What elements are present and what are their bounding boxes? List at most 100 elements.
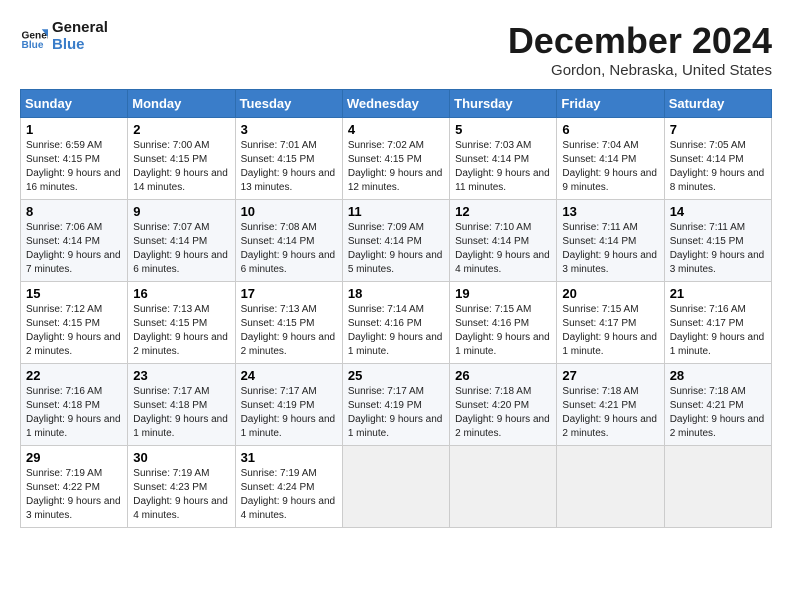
- day-info: Sunrise: 7:12 AMSunset: 4:15 PMDaylight:…: [26, 303, 122, 359]
- weekday-header-tuesday: Tuesday: [235, 90, 342, 118]
- weekday-header-wednesday: Wednesday: [342, 90, 449, 118]
- day-number: 18: [348, 286, 444, 301]
- calendar-week-row: 1 Sunrise: 6:59 AMSunset: 4:15 PMDaylight…: [21, 118, 772, 200]
- day-number: 22: [26, 368, 122, 383]
- calendar-cell: 6 Sunrise: 7:04 AMSunset: 4:14 PMDaylight…: [557, 118, 664, 200]
- logo: General Blue General Blue: [20, 20, 108, 53]
- day-info: Sunrise: 7:11 AMSunset: 4:15 PMDaylight:…: [670, 221, 766, 277]
- svg-text:Blue: Blue: [22, 39, 44, 50]
- calendar-cell: 27 Sunrise: 7:18 AMSunset: 4:21 PMDayligh…: [557, 364, 664, 446]
- day-info: Sunrise: 7:01 AMSunset: 4:15 PMDaylight:…: [241, 139, 337, 195]
- day-number: 29: [26, 450, 122, 465]
- day-number: 26: [455, 368, 551, 383]
- calendar-cell: 30 Sunrise: 7:19 AMSunset: 4:23 PMDayligh…: [128, 446, 235, 528]
- calendar-cell: 16Sunrise: 7:13 AMSunset: 4:15 PMDayligh…: [128, 282, 235, 364]
- calendar-cell: 20 Sunrise: 7:15 AMSunset: 4:17 PMDayligh…: [557, 282, 664, 364]
- day-number: 5: [455, 122, 551, 137]
- calendar-cell: [450, 446, 557, 528]
- day-number: 20: [562, 286, 658, 301]
- calendar-week-row: 8Sunrise: 7:06 AMSunset: 4:14 PMDaylight…: [21, 200, 772, 282]
- day-number: 21: [670, 286, 766, 301]
- day-info: Sunrise: 7:05 AMSunset: 4:14 PMDaylight:…: [670, 139, 766, 195]
- day-number: 4: [348, 122, 444, 137]
- day-info: Sunrise: 7:04 AMSunset: 4:14 PMDaylight:…: [562, 139, 658, 195]
- day-number: 17: [241, 286, 337, 301]
- calendar-cell: 1 Sunrise: 6:59 AMSunset: 4:15 PMDaylight…: [21, 118, 128, 200]
- calendar-cell: 3 Sunrise: 7:01 AMSunset: 4:15 PMDaylight…: [235, 118, 342, 200]
- title-block: December 2024 Gordon, Nebraska, United S…: [508, 20, 772, 79]
- page-header: General Blue General Blue December 2024 …: [20, 20, 772, 79]
- month-title: December 2024: [508, 20, 772, 62]
- day-number: 12: [455, 204, 551, 219]
- day-info: Sunrise: 7:16 AMSunset: 4:17 PMDaylight:…: [670, 303, 766, 359]
- day-number: 30: [133, 450, 229, 465]
- day-info: Sunrise: 7:00 AMSunset: 4:15 PMDaylight:…: [133, 139, 229, 195]
- day-info: Sunrise: 7:11 AMSunset: 4:14 PMDaylight:…: [562, 221, 658, 277]
- day-number: 14: [670, 204, 766, 219]
- weekday-header-friday: Friday: [557, 90, 664, 118]
- day-number: 1: [26, 122, 122, 137]
- calendar-cell: 4 Sunrise: 7:02 AMSunset: 4:15 PMDaylight…: [342, 118, 449, 200]
- day-number: 16: [133, 286, 229, 301]
- weekday-header-sunday: Sunday: [21, 90, 128, 118]
- calendar-cell: 29 Sunrise: 7:19 AMSunset: 4:22 PMDayligh…: [21, 446, 128, 528]
- logo-line2: Blue: [52, 37, 108, 54]
- day-info: Sunrise: 7:07 AMSunset: 4:14 PMDaylight:…: [133, 221, 229, 277]
- day-number: 27: [562, 368, 658, 383]
- day-info: Sunrise: 7:08 AMSunset: 4:14 PMDaylight:…: [241, 221, 337, 277]
- day-info: Sunrise: 7:19 AMSunset: 4:23 PMDaylight:…: [133, 467, 229, 523]
- day-info: Sunrise: 7:09 AMSunset: 4:14 PMDaylight:…: [348, 221, 444, 277]
- logo-line1: General: [52, 20, 108, 37]
- day-number: 9: [133, 204, 229, 219]
- calendar-cell: 12 Sunrise: 7:10 AMSunset: 4:14 PMDayligh…: [450, 200, 557, 282]
- calendar-cell: 5 Sunrise: 7:03 AMSunset: 4:14 PMDaylight…: [450, 118, 557, 200]
- calendar-week-row: 22 Sunrise: 7:16 AMSunset: 4:18 PMDayligh…: [21, 364, 772, 446]
- calendar-cell: 2Sunrise: 7:00 AMSunset: 4:15 PMDaylight…: [128, 118, 235, 200]
- calendar-cell: 13 Sunrise: 7:11 AMSunset: 4:14 PMDayligh…: [557, 200, 664, 282]
- day-number: 13: [562, 204, 658, 219]
- day-number: 19: [455, 286, 551, 301]
- day-number: 15: [26, 286, 122, 301]
- day-number: 25: [348, 368, 444, 383]
- logo-icon: General Blue: [20, 23, 48, 51]
- calendar-cell: [557, 446, 664, 528]
- calendar-cell: 19Sunrise: 7:15 AMSunset: 4:16 PMDayligh…: [450, 282, 557, 364]
- day-number: 24: [241, 368, 337, 383]
- weekday-header-saturday: Saturday: [664, 90, 771, 118]
- calendar-cell: 21 Sunrise: 7:16 AMSunset: 4:17 PMDayligh…: [664, 282, 771, 364]
- day-info: Sunrise: 6:59 AMSunset: 4:15 PMDaylight:…: [26, 139, 122, 195]
- calendar-cell: 26 Sunrise: 7:18 AMSunset: 4:20 PMDayligh…: [450, 364, 557, 446]
- calendar-cell: 25 Sunrise: 7:17 AMSunset: 4:19 PMDayligh…: [342, 364, 449, 446]
- calendar-cell: 9 Sunrise: 7:07 AMSunset: 4:14 PMDaylight…: [128, 200, 235, 282]
- calendar-cell: 7Sunrise: 7:05 AMSunset: 4:14 PMDaylight…: [664, 118, 771, 200]
- calendar-cell: 23Sunrise: 7:17 AMSunset: 4:18 PMDayligh…: [128, 364, 235, 446]
- day-number: 6: [562, 122, 658, 137]
- day-info: Sunrise: 7:17 AMSunset: 4:19 PMDaylight:…: [348, 385, 444, 441]
- day-info: Sunrise: 7:18 AMSunset: 4:21 PMDaylight:…: [562, 385, 658, 441]
- calendar-cell: 24 Sunrise: 7:17 AMSunset: 4:19 PMDayligh…: [235, 364, 342, 446]
- day-info: Sunrise: 7:02 AMSunset: 4:15 PMDaylight:…: [348, 139, 444, 195]
- day-info: Sunrise: 7:17 AMSunset: 4:19 PMDaylight:…: [241, 385, 337, 441]
- calendar-cell: 14 Sunrise: 7:11 AMSunset: 4:15 PMDayligh…: [664, 200, 771, 282]
- day-info: Sunrise: 7:03 AMSunset: 4:14 PMDaylight:…: [455, 139, 551, 195]
- day-number: 10: [241, 204, 337, 219]
- day-info: Sunrise: 7:19 AMSunset: 4:22 PMDaylight:…: [26, 467, 122, 523]
- day-info: Sunrise: 7:18 AMSunset: 4:21 PMDaylight:…: [670, 385, 766, 441]
- calendar-cell: 31Sunrise: 7:19 AMSunset: 4:24 PMDayligh…: [235, 446, 342, 528]
- calendar-cell: [664, 446, 771, 528]
- day-info: Sunrise: 7:10 AMSunset: 4:14 PMDaylight:…: [455, 221, 551, 277]
- day-number: 11: [348, 204, 444, 219]
- day-info: Sunrise: 7:16 AMSunset: 4:18 PMDaylight:…: [26, 385, 122, 441]
- location: Gordon, Nebraska, United States: [508, 62, 772, 79]
- calendar-table: SundayMondayTuesdayWednesdayThursdayFrid…: [20, 89, 772, 528]
- day-number: 3: [241, 122, 337, 137]
- calendar-week-row: 15 Sunrise: 7:12 AMSunset: 4:15 PMDayligh…: [21, 282, 772, 364]
- calendar-cell: 22 Sunrise: 7:16 AMSunset: 4:18 PMDayligh…: [21, 364, 128, 446]
- day-info: Sunrise: 7:18 AMSunset: 4:20 PMDaylight:…: [455, 385, 551, 441]
- calendar-cell: [342, 446, 449, 528]
- day-number: 23: [133, 368, 229, 383]
- day-info: Sunrise: 7:06 AMSunset: 4:14 PMDaylight:…: [26, 221, 122, 277]
- day-number: 28: [670, 368, 766, 383]
- day-info: Sunrise: 7:15 AMSunset: 4:17 PMDaylight:…: [562, 303, 658, 359]
- calendar-cell: 11 Sunrise: 7:09 AMSunset: 4:14 PMDayligh…: [342, 200, 449, 282]
